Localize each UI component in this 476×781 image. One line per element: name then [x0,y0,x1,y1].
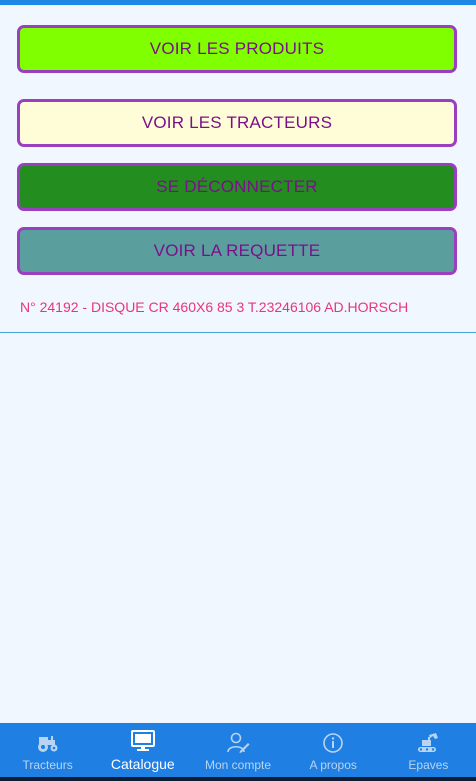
view-products-button[interactable]: VOIR LES PRODUITS [17,25,457,73]
monitor-icon [130,730,155,752]
nav-label-mon-compte: Mon compte [204,758,272,772]
nav-item-mon-compte[interactable]: Mon compte [190,723,285,781]
nav-item-tracteurs[interactable]: Tracteurs [0,723,95,781]
nav-item-epaves[interactable]: Epaves [381,723,476,781]
bottom-edge [0,777,476,781]
nav-label-tracteurs: Tracteurs [22,758,73,772]
excavator-icon [416,732,440,754]
tractor-icon [36,732,60,754]
query-result-text: N° 24192 - DISQUE CR 460X6 85 3 T.232461… [20,299,409,315]
top-status-bar [0,0,476,5]
bottom-navigation: Tracteurs Catalogue Mon compte A propos … [0,723,476,781]
nav-item-a-propos[interactable]: A propos [286,723,381,781]
view-query-button[interactable]: VOIR LA REQUETTE [17,227,457,275]
divider [0,332,476,333]
user-edit-icon [226,732,250,754]
view-tractors-button[interactable]: VOIR LES TRACTEURS [17,99,457,147]
info-icon [321,732,345,754]
logout-button[interactable]: SE DÉCONNECTER [17,163,457,211]
nav-item-catalogue[interactable]: Catalogue [95,723,190,781]
nav-label-a-propos: A propos [309,758,357,772]
nav-label-catalogue: Catalogue [110,756,175,772]
nav-label-epaves: Epaves [408,758,449,772]
